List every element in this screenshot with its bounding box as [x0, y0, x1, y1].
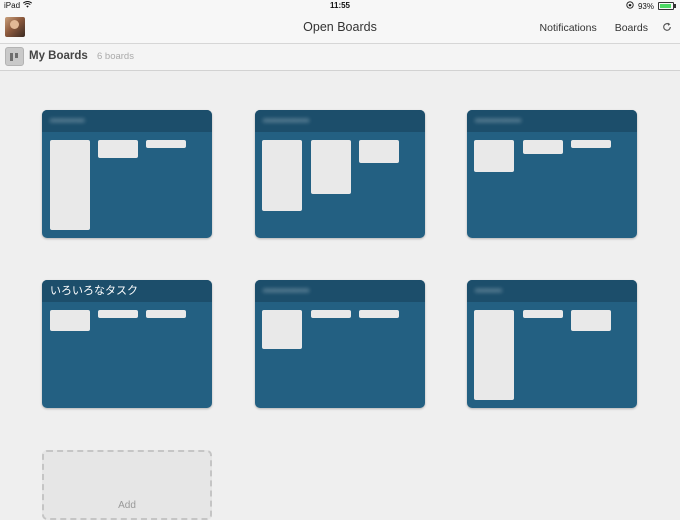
- board-list-preview: [474, 140, 514, 172]
- board-tile[interactable]: いろいろなタスク: [42, 280, 212, 408]
- board-tile[interactable]: ••••••••••••: [467, 110, 637, 238]
- board-header: ••••••••••••: [255, 280, 425, 302]
- board-list-preview: [262, 310, 302, 349]
- board-header: •••••••••: [42, 110, 212, 132]
- battery-percent: 93%: [637, 1, 654, 11]
- board-title: ••••••••••••: [475, 115, 522, 127]
- status-time: 11:55: [329, 1, 351, 10]
- board-list-preview: [262, 140, 302, 211]
- board-tile[interactable]: •••••••: [467, 280, 637, 408]
- board-list-preview: [474, 310, 514, 400]
- board-list-preview: [311, 310, 351, 318]
- boards-icon: [5, 47, 24, 66]
- board-tile[interactable]: ••••••••••••: [255, 110, 425, 238]
- board-list-preview: [146, 140, 186, 148]
- board-list-preview: [523, 310, 563, 318]
- nav-actions: Notifications Boards: [540, 21, 672, 35]
- battery-icon: [658, 2, 676, 10]
- board-list-preview: [523, 140, 563, 154]
- board-header: いろいろなタスク: [42, 280, 212, 302]
- board-title: いろいろなタスク: [50, 285, 138, 297]
- board-list-preview: [571, 140, 611, 148]
- board-title: •••••••••: [50, 115, 85, 127]
- refresh-icon[interactable]: [662, 21, 672, 35]
- board-list-preview: [359, 140, 399, 163]
- board-title: ••••••••••••: [263, 115, 310, 127]
- status-bar: iPad 11:55 93%: [0, 0, 680, 12]
- section-title: My Boards: [29, 50, 88, 62]
- board-list-preview: [50, 140, 90, 230]
- battery-level: [660, 4, 672, 8]
- board-list-preview: [98, 310, 138, 318]
- board-header: ••••••••••••: [255, 110, 425, 132]
- board-count: 6 boards: [97, 51, 134, 62]
- board-title: ••••••••••••: [263, 285, 310, 297]
- board-list-preview: [98, 140, 138, 158]
- navigation-bar: Open Boards Notifications Boards: [0, 12, 680, 44]
- status-right: 93%: [626, 1, 676, 11]
- section-header: My Boards 6 boards: [0, 44, 680, 71]
- board-list-preview: [50, 310, 90, 331]
- board-list-preview: [359, 310, 399, 318]
- board-tile[interactable]: •••••••••: [42, 110, 212, 238]
- board-header: ••••••••••••: [467, 110, 637, 132]
- board-tile[interactable]: ••••••••••••: [255, 280, 425, 408]
- boards-button[interactable]: Boards: [615, 22, 648, 34]
- rotation-lock-icon: [626, 1, 634, 11]
- board-header: •••••••: [467, 280, 637, 302]
- notifications-button[interactable]: Notifications: [540, 22, 597, 34]
- board-list-preview: [146, 310, 186, 318]
- board-list-preview: [311, 140, 351, 194]
- board-title: •••••••: [475, 285, 502, 297]
- board-list-preview: [571, 310, 611, 331]
- add-board-label: Add: [118, 500, 136, 511]
